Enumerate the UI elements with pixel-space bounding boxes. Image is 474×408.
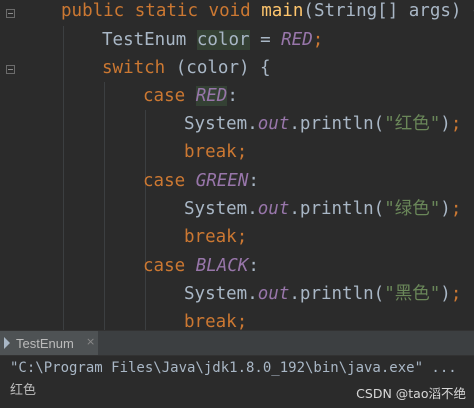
method-call: .println( [289, 114, 385, 134]
param-name: args [408, 1, 451, 21]
fold-toggle-icon[interactable] [6, 65, 15, 74]
semicolon: ; [312, 30, 324, 50]
type-name: TestEnum [102, 30, 187, 50]
variable-color: color [186, 58, 239, 78]
field-out: out [257, 284, 290, 304]
code-line-println-red[interactable]: System.out.println("红色"); [184, 110, 461, 138]
enum-constant: GREEN [195, 171, 249, 191]
keyword-void: void [208, 1, 251, 21]
paren-brace: ) { [450, 1, 474, 21]
code-editor[interactable]: public static void main(String[] args) {… [0, 0, 474, 330]
class-system: System. [184, 114, 258, 134]
console-command-line[interactable]: "C:\Program Files\Java\jdk1.8.0_192\bin\… [10, 358, 457, 378]
paren-brace: ) { [238, 58, 271, 78]
code-line-assignment[interactable]: TestEnum color = RED; [102, 26, 323, 54]
field-out: out [257, 114, 290, 134]
type-name: String [313, 1, 378, 21]
enum-constant: RED [195, 86, 228, 106]
close-icon[interactable]: × [86, 336, 96, 347]
code-line-case-black[interactable]: case BLACK: [143, 252, 259, 280]
class-system: System. [184, 199, 258, 219]
paren: ) [440, 284, 451, 304]
indent-guide [104, 82, 105, 330]
variable-color: color [196, 30, 250, 50]
colon: : [248, 171, 259, 191]
keyword-switch: switch [102, 58, 166, 78]
console-output: 红色 [10, 383, 37, 398]
semicolon: ; [236, 227, 248, 247]
keyword-static: static [134, 1, 198, 21]
field-out: out [257, 199, 290, 219]
code-line-case-green[interactable]: case GREEN: [143, 167, 259, 195]
method-call: .println( [289, 199, 385, 219]
run-config-icon [4, 337, 10, 349]
semicolon: ; [450, 199, 462, 219]
keyword-break: break [184, 227, 237, 247]
code-line-println-green[interactable]: System.out.println("绿色"); [184, 195, 461, 223]
keyword-break: break [184, 312, 237, 330]
code-line-case-red[interactable]: case RED: [143, 82, 238, 110]
paren: ( [303, 1, 314, 21]
semicolon: ; [236, 312, 248, 330]
method-call: .println( [289, 284, 385, 304]
paren: ( [165, 58, 187, 78]
editor-gutter [0, 0, 24, 330]
code-line-break[interactable]: break; [184, 223, 247, 251]
colon: : [248, 256, 259, 276]
code-line-break[interactable]: break; [184, 138, 247, 166]
equals: = [249, 30, 282, 50]
string-literal: "黑色" [384, 284, 441, 304]
run-tab-testenum[interactable]: TestEnum × [0, 331, 98, 355]
paren: ) [440, 114, 451, 134]
string-literal: "绿色" [384, 199, 441, 219]
run-tool-window: TestEnum × "C:\Program Files\Java\jdk1.8… [0, 330, 474, 408]
class-system: System. [184, 284, 258, 304]
semicolon: ; [450, 114, 462, 134]
method-name: main [261, 1, 304, 21]
indent-guide [145, 110, 146, 330]
fold-toggle-icon[interactable] [6, 9, 15, 18]
enum-constant: BLACK [195, 256, 249, 276]
keyword-break: break [184, 142, 237, 162]
code-line-println-black[interactable]: System.out.println("黑色"); [184, 280, 461, 308]
run-tab-bar: TestEnum × [0, 331, 474, 356]
array-brackets: [] [377, 1, 409, 21]
code-line-switch[interactable]: switch (color) { [102, 54, 271, 82]
indent-guide [63, 26, 64, 330]
paren: ) [440, 199, 451, 219]
code-line-break[interactable]: break; [184, 308, 247, 330]
keyword-case: case [143, 171, 186, 191]
code-line-method-signature[interactable]: public static void main(String[] args) { [61, 0, 474, 25]
colon: : [227, 86, 238, 106]
semicolon: ; [236, 142, 248, 162]
keyword-case: case [143, 86, 186, 106]
keyword-public: public [61, 1, 125, 21]
keyword-case: case [143, 256, 186, 276]
semicolon: ; [450, 284, 462, 304]
enum-constant: RED [281, 30, 313, 50]
string-literal: "红色" [384, 114, 441, 134]
watermark-text: CSDN @tao滔不绝 [356, 386, 466, 401]
run-tab-label: TestEnum [16, 335, 74, 351]
